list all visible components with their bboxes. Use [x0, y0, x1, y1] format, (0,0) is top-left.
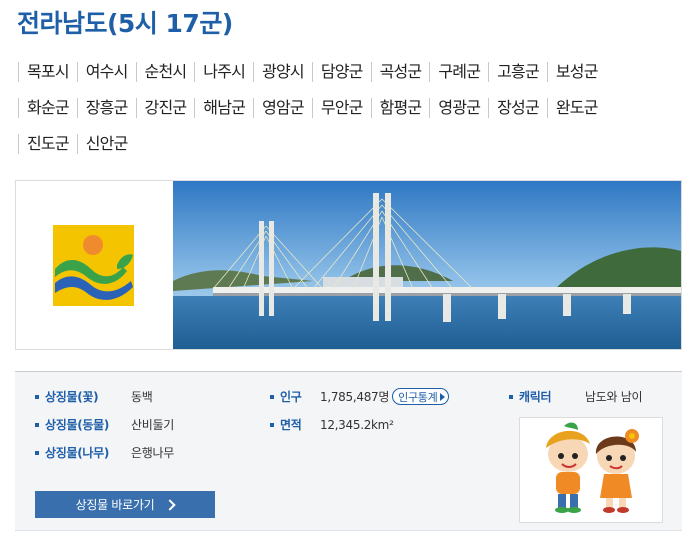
- region-link-jangseong[interactable]: 장성군: [488, 98, 547, 118]
- go-to-symbols-label: 상징물 바로가기: [75, 498, 155, 512]
- character-image-box: [519, 417, 663, 523]
- region-link-naju[interactable]: 나주시: [194, 62, 253, 82]
- region-link-yeosu[interactable]: 여수시: [76, 62, 136, 82]
- bullet-icon: [35, 394, 39, 399]
- chevron-right-icon: [164, 498, 177, 511]
- region-link-gwangyang[interactable]: 광양시: [253, 62, 312, 82]
- province-emblem-logo: [53, 225, 134, 306]
- region-link-goheung[interactable]: 고흥군: [488, 62, 547, 82]
- region-link-gurye[interactable]: 구례군: [429, 62, 488, 82]
- page-title: 전라남도(5시 17군): [17, 9, 233, 38]
- region-link-wando[interactable]: 완도군: [546, 98, 606, 118]
- region-row: 화순군 장흥군 강진군 해남군 영암군 무안군 함평군 영광군 장성군 완도군: [18, 90, 678, 126]
- region-link-hampyeong[interactable]: 함평군: [370, 98, 430, 118]
- bullet-icon: [35, 422, 39, 427]
- logo-panel: [16, 181, 173, 349]
- region-link-gokseong[interactable]: 곡성군: [370, 62, 430, 82]
- population-row: 인구 1,785,487명 인구통계: [270, 388, 450, 405]
- tree-label: 상징물(나무): [45, 446, 110, 460]
- province-visual: [15, 180, 682, 350]
- area-value: 12,345.2km²: [320, 417, 394, 432]
- region-link-suncheon[interactable]: 순천시: [135, 62, 195, 82]
- animal-row: 상징물(동물) 산비둘기: [35, 416, 174, 433]
- region-link-damyang[interactable]: 담양군: [311, 62, 371, 82]
- region-link-hwasun[interactable]: 화순군: [18, 98, 77, 118]
- mascot-characters-image: [546, 422, 639, 513]
- population-label: 인구: [280, 390, 302, 404]
- character-label: 캐릭터: [519, 390, 552, 404]
- region-link-jindo[interactable]: 진도군: [18, 134, 77, 154]
- symbol-info-panel: 상징물(꽃) 동백 상징물(동물) 산비둘기 상징물(나무) 은행나무 인구 1…: [15, 371, 682, 531]
- region-link-sinan[interactable]: 신안군: [76, 134, 136, 154]
- bullet-icon: [270, 422, 274, 427]
- area-row: 면적 12,345.2km²: [270, 416, 394, 433]
- region-link-jangheung[interactable]: 장흥군: [76, 98, 136, 118]
- population-value: 1,785,487명: [320, 390, 390, 404]
- character-row: 캐릭터 남도와 남이: [509, 388, 643, 405]
- population-stats-button[interactable]: 인구통계: [392, 388, 450, 405]
- region-link-yeonggwang[interactable]: 영광군: [429, 98, 488, 118]
- population-stats-label: 인구통계: [398, 390, 438, 404]
- bridge-image: [173, 181, 681, 349]
- flower-value: 동백: [131, 390, 153, 404]
- bullet-icon: [35, 450, 39, 455]
- region-link-muan[interactable]: 무안군: [311, 98, 371, 118]
- region-list: 목포시 여수시 순천시 나주시 광양시 담양군 곡성군 구례군 고흥군 보성군 …: [18, 54, 678, 162]
- area-label: 면적: [280, 418, 302, 432]
- region-link-gangjin[interactable]: 강진군: [135, 98, 195, 118]
- region-link-boseong[interactable]: 보성군: [546, 62, 606, 82]
- bullet-icon: [270, 394, 274, 399]
- bridge-photo: [173, 181, 681, 349]
- flower-label: 상징물(꽃): [45, 390, 99, 404]
- play-arrow-icon: [440, 392, 446, 401]
- region-row: 진도군 신안군: [18, 126, 678, 162]
- bullet-icon: [509, 394, 513, 399]
- region-row: 목포시 여수시 순천시 나주시 광양시 담양군 곡성군 구례군 고흥군 보성군: [18, 54, 678, 90]
- animal-label: 상징물(동물): [45, 418, 110, 432]
- character-value: 남도와 남이: [585, 390, 643, 404]
- go-to-symbols-button[interactable]: 상징물 바로가기: [35, 491, 215, 518]
- animal-value: 산비둘기: [131, 418, 174, 432]
- tree-row: 상징물(나무) 은행나무: [35, 444, 174, 461]
- tree-value: 은행나무: [131, 446, 174, 460]
- region-link-haenam[interactable]: 해남군: [194, 98, 253, 118]
- flower-row: 상징물(꽃) 동백: [35, 388, 153, 405]
- region-link-mokpo[interactable]: 목포시: [18, 62, 77, 82]
- region-link-yeongam[interactable]: 영암군: [253, 98, 312, 118]
